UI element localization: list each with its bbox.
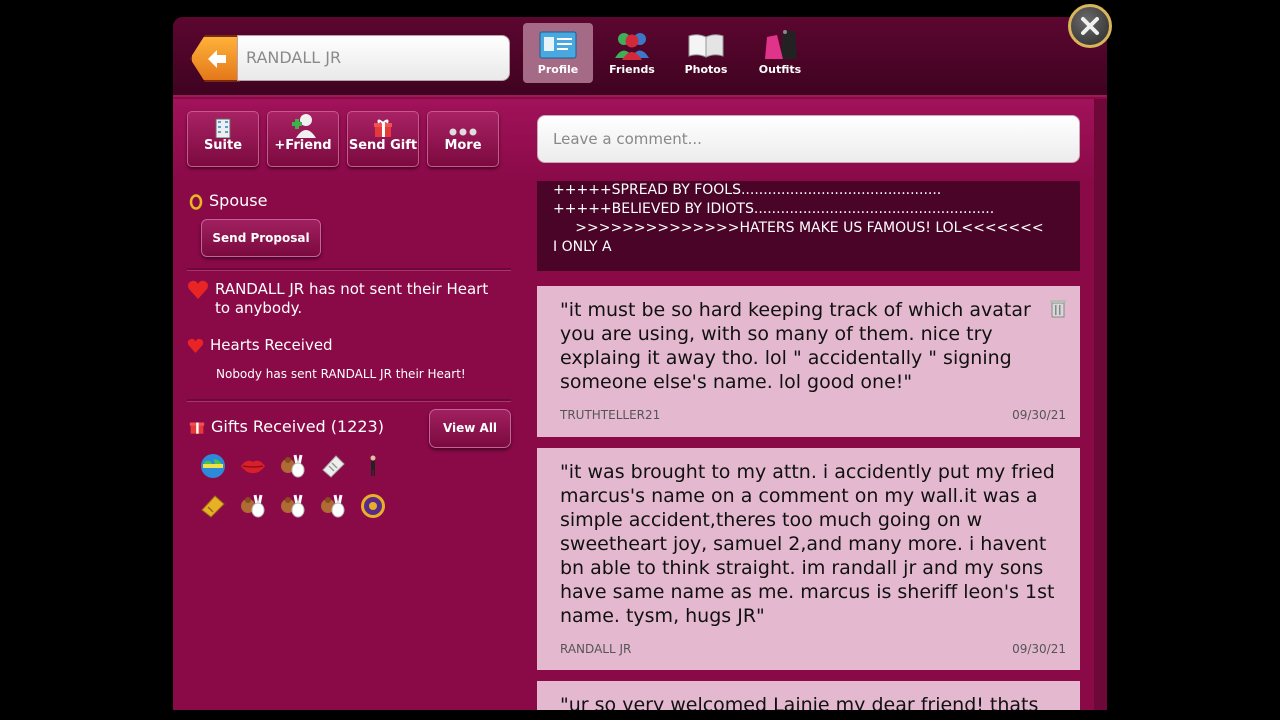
profile-card-icon [523, 29, 593, 61]
post-date: 09/30/21 [1012, 408, 1066, 422]
send-gift-button-label: Send Gift [348, 138, 418, 153]
lips-gift-icon[interactable] [239, 453, 267, 479]
gifts-received-row: Gifts Received (1223) [189, 417, 384, 436]
ticket-gift-icon[interactable] [319, 453, 347, 479]
close-icon [1081, 17, 1099, 35]
post-author[interactable]: RANDALL JR [560, 642, 631, 656]
tab-friends[interactable]: Friends [597, 23, 667, 83]
bunny-gift-icon[interactable] [279, 493, 307, 519]
gift-grid [199, 453, 399, 519]
globe-gift-icon[interactable] [199, 453, 227, 479]
golden-ticket-gift-icon[interactable] [199, 493, 227, 519]
add-friend-button[interactable]: +Friend [267, 111, 339, 167]
wall-status-text: +++++SPREAD BY FOOLS....................… [537, 181, 1080, 271]
hearts-received-label: Hearts Received [210, 336, 333, 354]
heart-icon [187, 338, 204, 353]
ring-icon [189, 193, 203, 210]
wall-post: "ur so very welcomed Lainie my dear frie… [537, 681, 1080, 710]
tab-outfits-label: Outfits [758, 63, 802, 76]
post-text: "it must be so hard keeping track of whi… [560, 299, 1031, 393]
more-dots-icon [428, 112, 498, 138]
wall-line: +++++SPREAD BY FOOLS....................… [553, 182, 942, 198]
post-date: 09/30/21 [1012, 642, 1066, 656]
heart-icon [188, 280, 208, 299]
spouse-label: Spouse [209, 191, 268, 210]
scrollbar[interactable] [1094, 99, 1107, 710]
tab-photos-label: Photos [684, 63, 728, 76]
send-proposal-button[interactable]: Send Proposal [201, 219, 321, 257]
bunny-gift-icon[interactable] [319, 493, 347, 519]
send-gift-button[interactable]: Send Gift [347, 111, 419, 167]
figure-gift-icon[interactable] [359, 453, 387, 479]
gift-icon [189, 422, 205, 434]
arrow-left-icon [208, 50, 226, 68]
wall-post: "it was brought to my attn. i accidently… [537, 448, 1080, 670]
action-bar: Suite +Friend Send Gift More Leave a com… [173, 99, 1107, 181]
hearts-received-note: Nobody has sent RANDALL JR their Heart! [216, 367, 466, 381]
add-friend-button-label: +Friend [274, 138, 332, 153]
post-meta: TRUTHTELLER21 09/30/21 [560, 408, 1066, 422]
suite-button-label: Suite [203, 138, 243, 153]
gifts-received-label: Gifts Received (1223) [211, 417, 384, 436]
heart-sent-text: RANDALL JR has not sent their Heart to a… [215, 280, 489, 317]
post-meta: RANDALL JR 09/30/21 [560, 642, 1066, 656]
username-search-input[interactable]: RANDALL JR [237, 35, 510, 81]
outfit-icon [745, 29, 815, 61]
friends-icon [597, 29, 667, 61]
post-text: "it was brought to my attn. i accidently… [560, 461, 1055, 627]
wall-line: I ONLY A [553, 239, 612, 255]
divider [187, 268, 511, 271]
bunny-gift-icon[interactable] [279, 453, 307, 479]
divider [187, 399, 511, 402]
tab-photos[interactable]: Photos [671, 23, 741, 83]
bunny-gift-icon[interactable] [239, 493, 267, 519]
comment-wall: +++++SPREAD BY FOOLS....................… [537, 181, 1080, 710]
trash-icon[interactable] [1048, 298, 1068, 318]
profile-window: RANDALL JR Profile Friends Photos Outfit… [173, 17, 1107, 710]
view-all-gifts-button[interactable]: View All [429, 409, 511, 448]
profile-tabs: Profile Friends Photos Outfits [523, 23, 815, 83]
building-icon [188, 112, 258, 138]
hearts-received-row: Hearts Received [187, 336, 333, 355]
profile-header: RANDALL JR Profile Friends Photos Outfit… [173, 17, 1107, 97]
tab-friends-label: Friends [609, 63, 655, 76]
photo-album-icon [671, 29, 741, 61]
profile-sidebar: Spouse Send Proposal RANDALL JR has not … [187, 181, 511, 701]
comment-input[interactable]: Leave a comment... [537, 115, 1080, 163]
gift-icon [348, 112, 418, 138]
post-text: "ur so very welcomed Lainie my dear frie… [560, 694, 1039, 710]
more-button[interactable]: More [427, 111, 499, 167]
tab-profile-label: Profile [537, 63, 579, 76]
more-button-label: More [444, 138, 482, 153]
add-friend-icon [268, 112, 338, 138]
wall-line: >>>>>>>>>>>>>>HATERS MAKE US FAMOUS! LOL… [553, 220, 1044, 236]
suite-button[interactable]: Suite [187, 111, 259, 167]
post-author[interactable]: TRUTHTELLER21 [560, 408, 660, 422]
heart-sent-row: RANDALL JR has not sent their Heart to a… [187, 280, 507, 318]
back-button[interactable] [190, 35, 240, 82]
spouse-row: Spouse [189, 191, 267, 210]
wall-line: +++++BELIEVED BY IDIOTS.................… [553, 201, 995, 217]
tab-profile[interactable]: Profile [523, 23, 593, 83]
wall-post: "it must be so hard keeping track of whi… [537, 286, 1080, 437]
tab-outfits[interactable]: Outfits [745, 23, 815, 83]
close-button[interactable] [1068, 4, 1112, 48]
emblem-gift-icon[interactable] [359, 493, 387, 519]
